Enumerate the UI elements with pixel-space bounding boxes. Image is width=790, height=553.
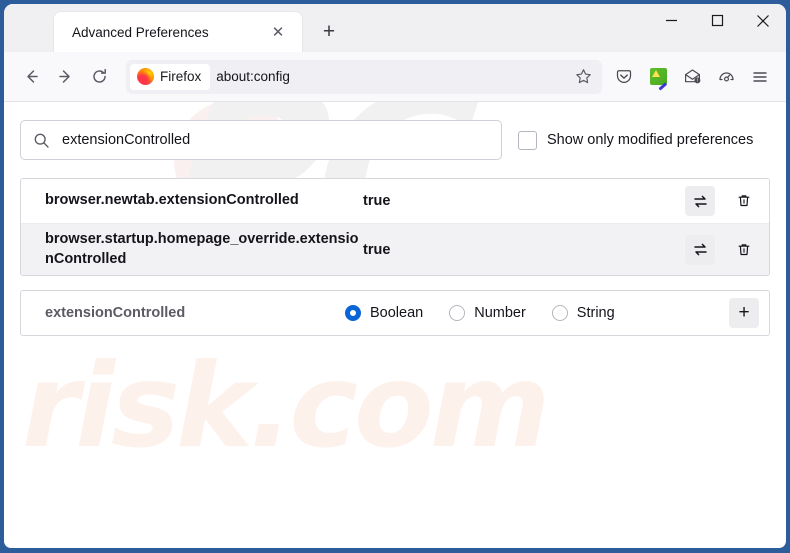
- show-modified-label: Show only modified preferences: [547, 132, 754, 148]
- preference-name: browser.startup.homepage_override.extens…: [45, 231, 359, 267]
- svg-text:!: !: [696, 78, 698, 84]
- new-tab-icon[interactable]: +: [314, 17, 344, 47]
- preferences-list: browser.newtab.extensionControlled true …: [20, 178, 770, 277]
- app-menu-icon[interactable]: [744, 61, 776, 93]
- dashboard-icon[interactable]: [710, 61, 742, 93]
- search-box[interactable]: [20, 120, 502, 160]
- radio-boolean-dot[interactable]: [345, 305, 361, 322]
- search-icon: [33, 132, 50, 149]
- toggle-value-icon[interactable]: [685, 186, 715, 216]
- new-preference-name: extensionControlled: [45, 305, 186, 322]
- close-icon[interactable]: ✕: [266, 20, 290, 44]
- radio-number-dot[interactable]: [449, 305, 466, 322]
- extension-icon[interactable]: [642, 61, 674, 93]
- radio-boolean[interactable]: Boolean: [345, 305, 424, 322]
- toggle-value-icon[interactable]: [685, 234, 715, 265]
- back-icon[interactable]: [14, 60, 48, 94]
- add-preference-button[interactable]: +: [729, 298, 759, 329]
- extension-badge-icon: [649, 68, 667, 85]
- pocket-icon[interactable]: [608, 61, 640, 93]
- navigation-toolbar: Firefox about:config !: [4, 52, 786, 102]
- bookmark-star-icon[interactable]: [568, 62, 598, 92]
- tab-advanced-preferences[interactable]: Advanced Preferences ✕: [54, 12, 302, 52]
- show-modified-checkbox[interactable]: [518, 130, 537, 150]
- preference-name: browser.newtab.extensionControlled: [45, 192, 299, 209]
- watermark-bottom-text: risk.com: [22, 339, 551, 474]
- firefox-identity-chip: Firefox: [130, 63, 211, 90]
- radio-string-label: String: [576, 305, 615, 322]
- reload-icon[interactable]: [82, 60, 116, 94]
- mail-icon[interactable]: !: [676, 61, 708, 93]
- url-text[interactable]: about:config: [216, 69, 568, 84]
- table-row[interactable]: browser.startup.homepage_override.extens…: [21, 223, 769, 276]
- radio-boolean-label: Boolean: [370, 305, 424, 322]
- radio-number[interactable]: Number: [449, 305, 526, 322]
- add-preference-row: extensionControlled Boolean Number Strin…: [20, 290, 770, 337]
- radio-number-label: Number: [474, 305, 526, 322]
- toolbar-extension-icons: !: [608, 61, 776, 93]
- tab-title: Advanced Preferences: [72, 24, 209, 40]
- url-bar[interactable]: Firefox about:config: [126, 59, 602, 94]
- close-window-icon[interactable]: [740, 4, 786, 37]
- radio-string-dot[interactable]: [551, 305, 568, 322]
- delete-preference-icon[interactable]: [729, 235, 759, 265]
- preference-value: true: [363, 193, 391, 209]
- search-row: Show only modified preferences: [20, 120, 770, 160]
- firefox-logo-icon: [137, 68, 154, 85]
- tab-strip: Advanced Preferences ✕ +: [4, 4, 786, 52]
- forward-icon[interactable]: [48, 60, 82, 94]
- table-row[interactable]: browser.newtab.extensionControlled true: [21, 179, 769, 223]
- delete-preference-icon[interactable]: [729, 186, 759, 216]
- show-modified-toggle[interactable]: Show only modified preferences: [518, 130, 754, 150]
- radio-string[interactable]: String: [551, 305, 615, 322]
- maximize-icon[interactable]: [694, 4, 740, 37]
- minimize-icon[interactable]: [648, 4, 694, 37]
- window-controls: [648, 4, 786, 52]
- search-input[interactable]: [60, 131, 489, 149]
- type-radio-group: Boolean Number String: [345, 305, 729, 322]
- preference-value: true: [363, 241, 391, 258]
- window-content: PC risk.com Advanced Preferences ✕ + Fir…: [4, 4, 786, 548]
- about-config-page: Show only modified preferences browser.n…: [4, 102, 786, 337]
- browser-window: PC risk.com Advanced Preferences ✕ + Fir…: [0, 0, 790, 553]
- identity-label: Firefox: [160, 69, 202, 84]
